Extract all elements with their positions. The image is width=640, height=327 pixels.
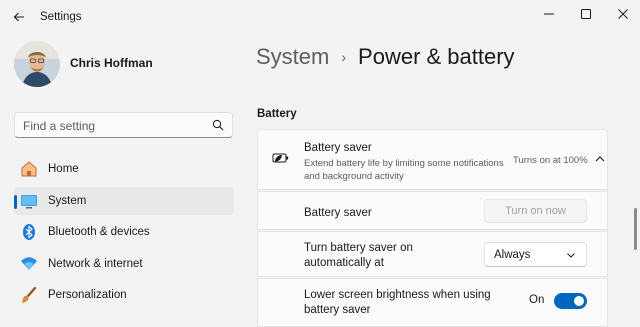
sidebar-item-label: Personalization	[48, 289, 127, 301]
battery-saver-status: Turns on at 100%	[513, 155, 588, 166]
sidebar-item-system[interactable]: System	[14, 187, 234, 215]
turn-on-now-button[interactable]: Turn on now	[484, 199, 587, 223]
auto-on-dropdown[interactable]: Always	[484, 242, 587, 267]
minimize-button[interactable]	[537, 4, 561, 24]
battery-saver-expander[interactable]: Battery saver Extend battery life by lim…	[257, 129, 608, 190]
battery-saver-description: Extend battery life by limiting some not…	[304, 158, 504, 182]
network-icon	[20, 255, 38, 273]
maximize-button[interactable]	[574, 4, 598, 24]
sidebar-item-label: Home	[48, 163, 79, 175]
search-input[interactable]: Find a setting	[23, 119, 95, 133]
back-arrow-icon	[13, 12, 24, 22]
breadcrumb-separator: ›	[341, 49, 347, 65]
search-box[interactable]: Find a setting	[14, 112, 233, 138]
sidebar-item-label: Network & internet	[48, 258, 143, 270]
chevron-down-icon	[567, 253, 575, 258]
title-bar: Settings	[0, 0, 640, 36]
brightness-label: Lower screen brightness when using batte…	[304, 289, 491, 316]
page-title: Power & battery	[358, 44, 515, 69]
sidebar-item-home[interactable]: Home	[14, 155, 234, 183]
sidebar-item-bluetooth[interactable]: Bluetooth & devices	[14, 218, 234, 246]
toggle-knob	[574, 296, 584, 306]
breadcrumb-parent[interactable]: System	[256, 44, 329, 70]
sidebar-item-label: System	[48, 195, 87, 207]
sidebar-item-personalization[interactable]: Personalization	[14, 281, 234, 309]
bluetooth-icon	[20, 223, 38, 241]
dropdown-value: Always	[494, 249, 531, 261]
toggle-state-label: On	[529, 294, 545, 306]
section-title: Battery	[257, 108, 297, 120]
battery-saver-now-label: Battery saver	[304, 207, 372, 219]
home-icon	[20, 160, 38, 178]
chevron-up-icon[interactable]	[594, 154, 606, 164]
minimize-icon	[544, 13, 554, 15]
app-title: Settings	[40, 11, 82, 23]
avatar[interactable]	[14, 41, 60, 87]
search-icon[interactable]	[212, 119, 224, 131]
brightness-toggle[interactable]	[554, 293, 587, 309]
battery-saver-title: Battery saver	[304, 142, 372, 154]
active-indicator	[14, 195, 17, 209]
brush-icon	[20, 286, 38, 304]
sidebar-item-network[interactable]: Network & internet	[14, 250, 234, 278]
auto-on-row: Turn battery saver on automatically at A…	[257, 231, 608, 277]
close-icon	[618, 9, 628, 19]
breadcrumb: System › Power & battery	[256, 44, 515, 70]
back-button[interactable]	[8, 6, 30, 28]
scrollbar[interactable]	[634, 208, 637, 250]
brightness-row: Lower screen brightness when using batte…	[257, 278, 608, 327]
avatar-image	[14, 41, 60, 87]
auto-on-label: Turn battery saver on automatically at	[304, 242, 413, 269]
close-button[interactable]	[611, 4, 635, 24]
system-icon	[20, 192, 38, 210]
sidebar-item-label: Bluetooth & devices	[48, 226, 150, 238]
maximize-icon	[581, 9, 591, 19]
battery-saver-icon	[272, 153, 289, 163]
user-name: Chris Hoffman	[70, 56, 153, 70]
battery-saver-now-row: Battery saver Turn on now	[257, 191, 608, 230]
